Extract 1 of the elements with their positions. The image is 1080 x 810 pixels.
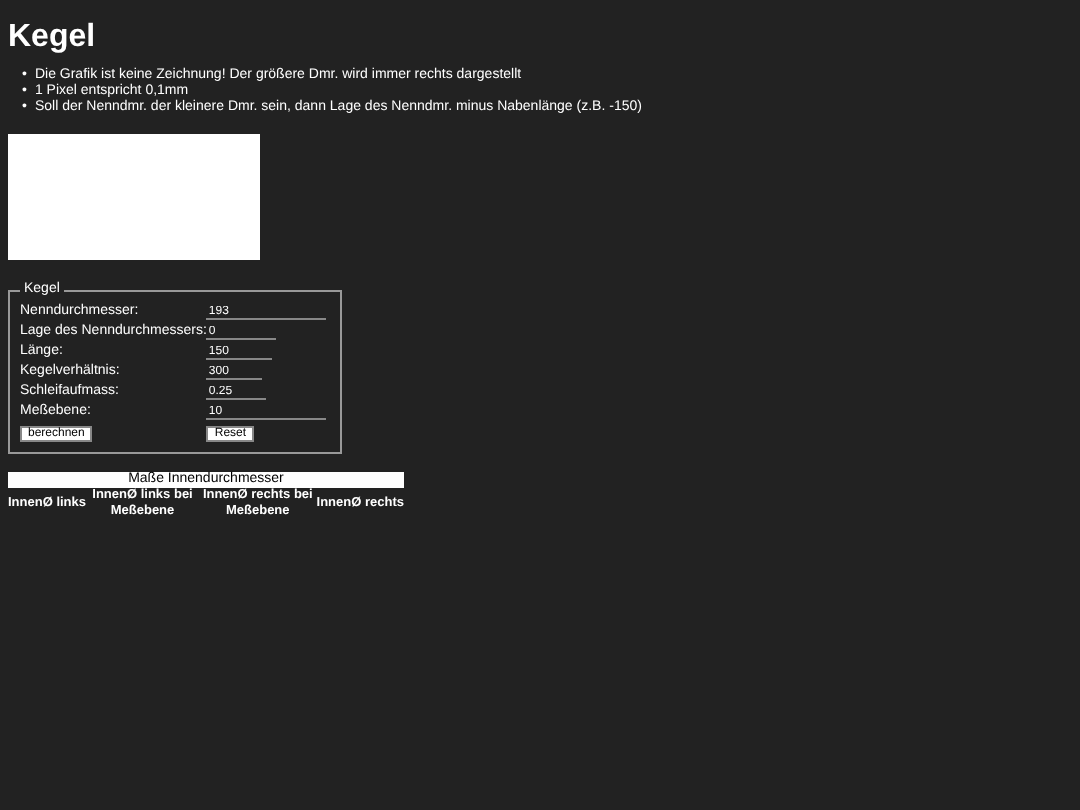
page-title: Kegel xyxy=(8,18,98,58)
